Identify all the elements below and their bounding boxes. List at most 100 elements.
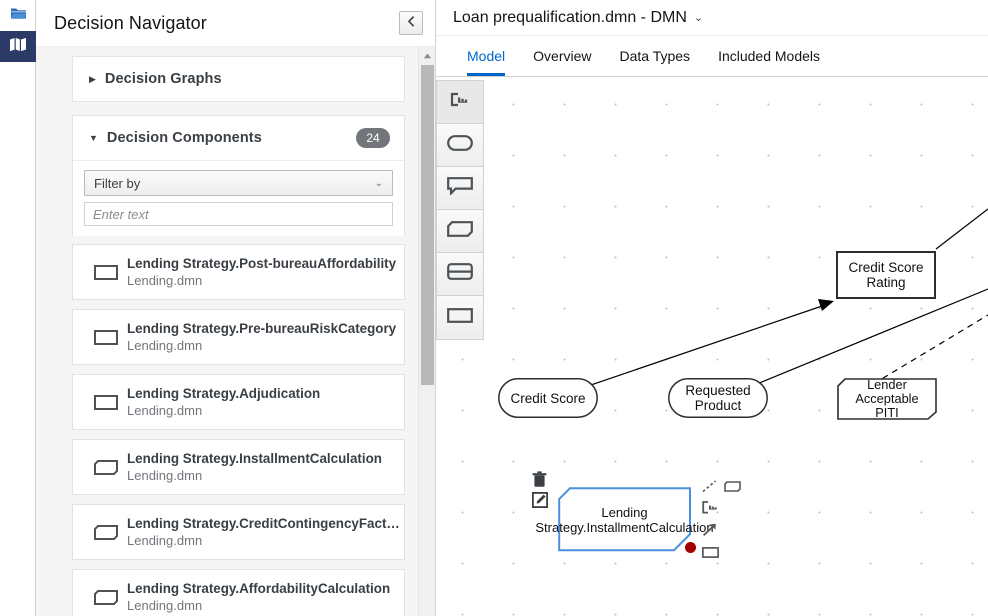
node-credit-score[interactable]: Credit Score [498, 378, 598, 418]
editor-file-title: Loan prequalification.dmn - DMN [453, 8, 687, 26]
component-file: Lending.dmn [127, 532, 203, 548]
add-association-button[interactable] [702, 480, 717, 498]
palette-knowledge-source-tool[interactable] [437, 253, 483, 296]
decision-navigator-panel: Decision Navigator ▶ Decision Graphs ▼ D… [36, 0, 436, 616]
dmn-palette [436, 80, 484, 340]
component-file: Lending.dmn [127, 597, 203, 613]
decision-icon [85, 394, 127, 410]
navigator-body: ▶ Decision Graphs ▼ Decision Components … [36, 47, 435, 616]
palette-input-data-tool[interactable] [437, 124, 483, 167]
bkm-icon [85, 459, 127, 475]
list-item[interactable]: Lending Strategy.Pre-bureauRiskCategory … [72, 309, 405, 365]
editor-titlebar: Loan prequalification.dmn - DMN ⌄ [436, 0, 988, 36]
rail-item-project-explorer[interactable] [0, 0, 36, 31]
navigator-scroll-content: ▶ Decision Graphs ▼ Decision Components … [36, 47, 417, 616]
dmn-editor-window: Decision Navigator ▶ Decision Graphs ▼ D… [0, 0, 988, 616]
scrollbar-up-arrow[interactable] [419, 47, 435, 64]
dmn-canvas[interactable]: Credit Score Rating Credit Score Requeste… [436, 77, 988, 616]
node-requested-product[interactable]: Requested Product [668, 378, 768, 418]
filter-by-dropdown[interactable]: Filter by ⌄ [84, 170, 393, 196]
input-data-shape [498, 378, 598, 418]
list-item[interactable]: Lending Strategy.InstallmentCalculation … [72, 439, 405, 495]
list-item[interactable]: Lending Strategy.CreditContingencyFactor… [72, 504, 405, 560]
component-name: Lending Strategy.Post-bureauAffordabilit… [127, 255, 397, 271]
tab-label: Overview [533, 48, 592, 64]
bkm-icon [447, 220, 473, 242]
component-name: Lending Strategy.CreditContingencyFactor… [127, 515, 404, 531]
chevron-down-icon[interactable]: ⌄ [694, 11, 703, 24]
tab-model[interactable]: Model [453, 36, 519, 76]
list-item[interactable]: Lending Strategy.AffordabilityCalculatio… [72, 569, 405, 616]
tab-label: Model [467, 48, 506, 64]
decision-icon [447, 307, 473, 328]
section-title-decision-components: Decision Components [106, 130, 262, 146]
component-file: Lending.dmn [127, 272, 203, 288]
add-decision-button[interactable] [702, 545, 719, 563]
map-icon [9, 37, 27, 57]
navigator-title: Decision Navigator [54, 12, 207, 33]
palette-text-annotation-tool[interactable] [437, 167, 483, 210]
decision-shape [836, 251, 936, 299]
input-data-shape [668, 378, 768, 418]
component-file: Lending.dmn [127, 402, 203, 418]
palette-business-knowledge-model-tool[interactable] [437, 210, 483, 253]
tab-data-types[interactable]: Data Types [606, 36, 705, 76]
palette-lasso-select-tool[interactable] [437, 81, 483, 124]
delete-node-button[interactable] [532, 471, 547, 493]
component-name: Lending Strategy.Adjudication [127, 385, 321, 401]
list-item[interactable]: Lending Strategy.Adjudication Lending.dm… [72, 374, 405, 430]
folder-icon [10, 6, 27, 25]
rail-item-decision-navigator[interactable] [0, 31, 36, 62]
add-requirement-button[interactable] [702, 523, 717, 542]
text-annotation-icon [447, 176, 473, 200]
chevron-left-icon [407, 16, 415, 30]
navigator-header: Decision Navigator [36, 0, 435, 47]
bkm-shape [837, 378, 937, 420]
left-icon-rail [0, 0, 36, 616]
filter-controls: Filter by ⌄ [73, 170, 404, 226]
component-name: Lending Strategy.AffordabilityCalculatio… [127, 580, 391, 596]
knowledge-source-icon [447, 263, 473, 285]
component-file: Lending.dmn [127, 337, 203, 353]
section-decision-graphs: ▶ Decision Graphs [72, 56, 405, 102]
node-lender-acceptable-piti[interactable]: Lender Acceptable PITI [837, 378, 937, 420]
decision-icon [85, 329, 127, 345]
tab-label: Included Models [718, 48, 821, 64]
lasso-select-icon [449, 92, 471, 113]
section-title-decision-graphs: Decision Graphs [104, 71, 222, 87]
edit-node-button[interactable] [531, 491, 548, 513]
add-knowledge-source-button[interactable] [702, 501, 718, 519]
section-header-decision-graphs[interactable]: ▶ Decision Graphs [73, 57, 404, 101]
chevron-down-icon: ⌄ [374, 177, 383, 189]
component-file: Lending.dmn [127, 467, 203, 483]
navigator-scrollbar[interactable] [418, 47, 435, 616]
tab-overview[interactable]: Overview [519, 36, 605, 76]
decision-components-list: Lending Strategy.Post-bureauAffordabilit… [72, 236, 405, 616]
node-lending-strategy-installment-calculation[interactable]: Lending Strategy.InstallmentCalculation [535, 487, 714, 552]
collapse-panel-button[interactable] [399, 11, 423, 35]
bkm-icon [85, 589, 127, 605]
caret-down-icon: ▼ [89, 132, 98, 143]
filter-by-label: Filter by [94, 175, 141, 191]
component-name: Lending Strategy.Pre-bureauRiskCategory [127, 320, 397, 336]
section-decision-components: ▼ Decision Components 24 Filter by ⌄ [72, 115, 405, 236]
decision-icon [85, 264, 127, 280]
bkm-icon [85, 524, 127, 540]
section-header-decision-components[interactable]: ▼ Decision Components 24 [73, 116, 404, 160]
tab-included-models[interactable]: Included Models [704, 36, 834, 76]
resize-handle[interactable] [685, 542, 696, 553]
node-credit-score-rating[interactable]: Credit Score Rating [836, 251, 936, 299]
components-count-badge: 24 [356, 128, 390, 148]
caret-right-icon: ▶ [89, 73, 96, 84]
palette-decision-tool[interactable] [437, 296, 483, 339]
filter-text-input[interactable] [84, 202, 393, 226]
input-data-icon [447, 134, 473, 156]
bkm-shape-selected [558, 487, 691, 552]
editor-tabs: Model Overview Data Types Included Model… [436, 36, 988, 77]
dmn-editor: Loan prequalification.dmn - DMN ⌄ Model … [436, 0, 988, 616]
tab-label: Data Types [619, 48, 691, 64]
add-business-knowledge-model-button[interactable] [724, 479, 741, 497]
list-item[interactable]: Lending Strategy.Post-bureauAffordabilit… [72, 244, 405, 300]
scrollbar-thumb[interactable] [421, 65, 434, 385]
component-name: Lending Strategy.InstallmentCalculation [127, 450, 382, 466]
